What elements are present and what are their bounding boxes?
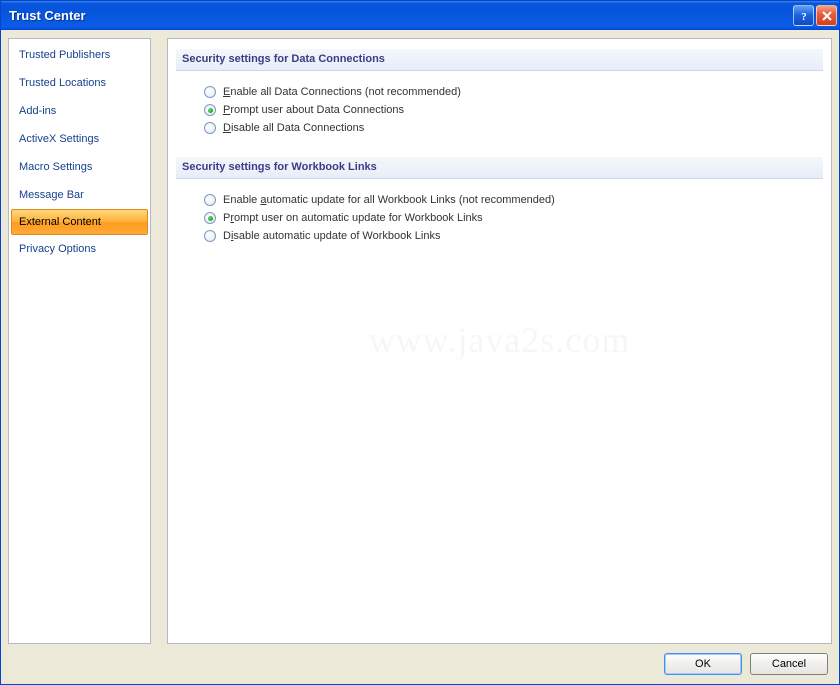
radio-icon (204, 194, 216, 206)
nav-item-activex-settings[interactable]: ActiveX Settings (9, 125, 150, 153)
radio-label: Enable all Data Connections (not recomme… (223, 86, 461, 98)
window-title: Trust Center (9, 8, 793, 23)
radio-label: Prompt user on automatic update for Work… (223, 212, 483, 224)
dialog-body: Trusted Publishers Trusted Locations Add… (1, 30, 839, 684)
cancel-button[interactable]: Cancel (750, 653, 828, 675)
radio-enable-data-connections[interactable]: Enable all Data Connections (not recomme… (204, 83, 823, 101)
button-bar: OK Cancel (8, 644, 832, 678)
nav-item-privacy-options[interactable]: Privacy Options (9, 235, 150, 263)
radio-group-data-connections: Enable all Data Connections (not recomme… (204, 83, 823, 137)
radio-icon (204, 86, 216, 98)
radio-icon (204, 104, 216, 116)
nav-item-macro-settings[interactable]: Macro Settings (9, 153, 150, 181)
titlebar-buttons: ? (793, 5, 837, 26)
trust-center-dialog: Trust Center ? Trusted Publishers Truste… (0, 0, 840, 685)
nav-item-add-ins[interactable]: Add-ins (9, 97, 150, 125)
main-panes: Trusted Publishers Trusted Locations Add… (8, 38, 832, 644)
section-header-data-connections: Security settings for Data Connections (176, 49, 823, 71)
radio-group-workbook-links: Enable automatic update for all Workbook… (204, 191, 823, 245)
svg-text:?: ? (801, 11, 807, 22)
radio-label: Prompt user about Data Connections (223, 104, 404, 116)
radio-icon (204, 212, 216, 224)
watermark: www.java2s.com (168, 319, 831, 361)
radio-disable-data-connections[interactable]: Disable all Data Connections (204, 119, 823, 137)
nav-item-message-bar[interactable]: Message Bar (9, 181, 150, 209)
help-button[interactable]: ? (793, 5, 814, 26)
radio-label: Enable automatic update for all Workbook… (223, 194, 555, 206)
radio-label: Disable automatic update of Workbook Lin… (223, 230, 441, 242)
content-pane: Security settings for Data Connections E… (167, 38, 832, 644)
radio-enable-workbook-links[interactable]: Enable automatic update for all Workbook… (204, 191, 823, 209)
radio-prompt-data-connections[interactable]: Prompt user about Data Connections (204, 101, 823, 119)
close-icon (821, 10, 833, 22)
close-button[interactable] (816, 5, 837, 26)
nav-item-trusted-publishers[interactable]: Trusted Publishers (9, 41, 150, 69)
radio-disable-workbook-links[interactable]: Disable automatic update of Workbook Lin… (204, 227, 823, 245)
radio-label: Disable all Data Connections (223, 122, 364, 134)
nav-pane: Trusted Publishers Trusted Locations Add… (8, 38, 151, 644)
radio-icon (204, 122, 216, 134)
section-header-workbook-links: Security settings for Workbook Links (176, 157, 823, 179)
ok-button[interactable]: OK (664, 653, 742, 675)
radio-prompt-workbook-links[interactable]: Prompt user on automatic update for Work… (204, 209, 823, 227)
titlebar: Trust Center ? (1, 1, 839, 30)
radio-icon (204, 230, 216, 242)
nav-item-external-content[interactable]: External Content (11, 209, 148, 235)
help-icon: ? (798, 10, 810, 22)
nav-item-trusted-locations[interactable]: Trusted Locations (9, 69, 150, 97)
